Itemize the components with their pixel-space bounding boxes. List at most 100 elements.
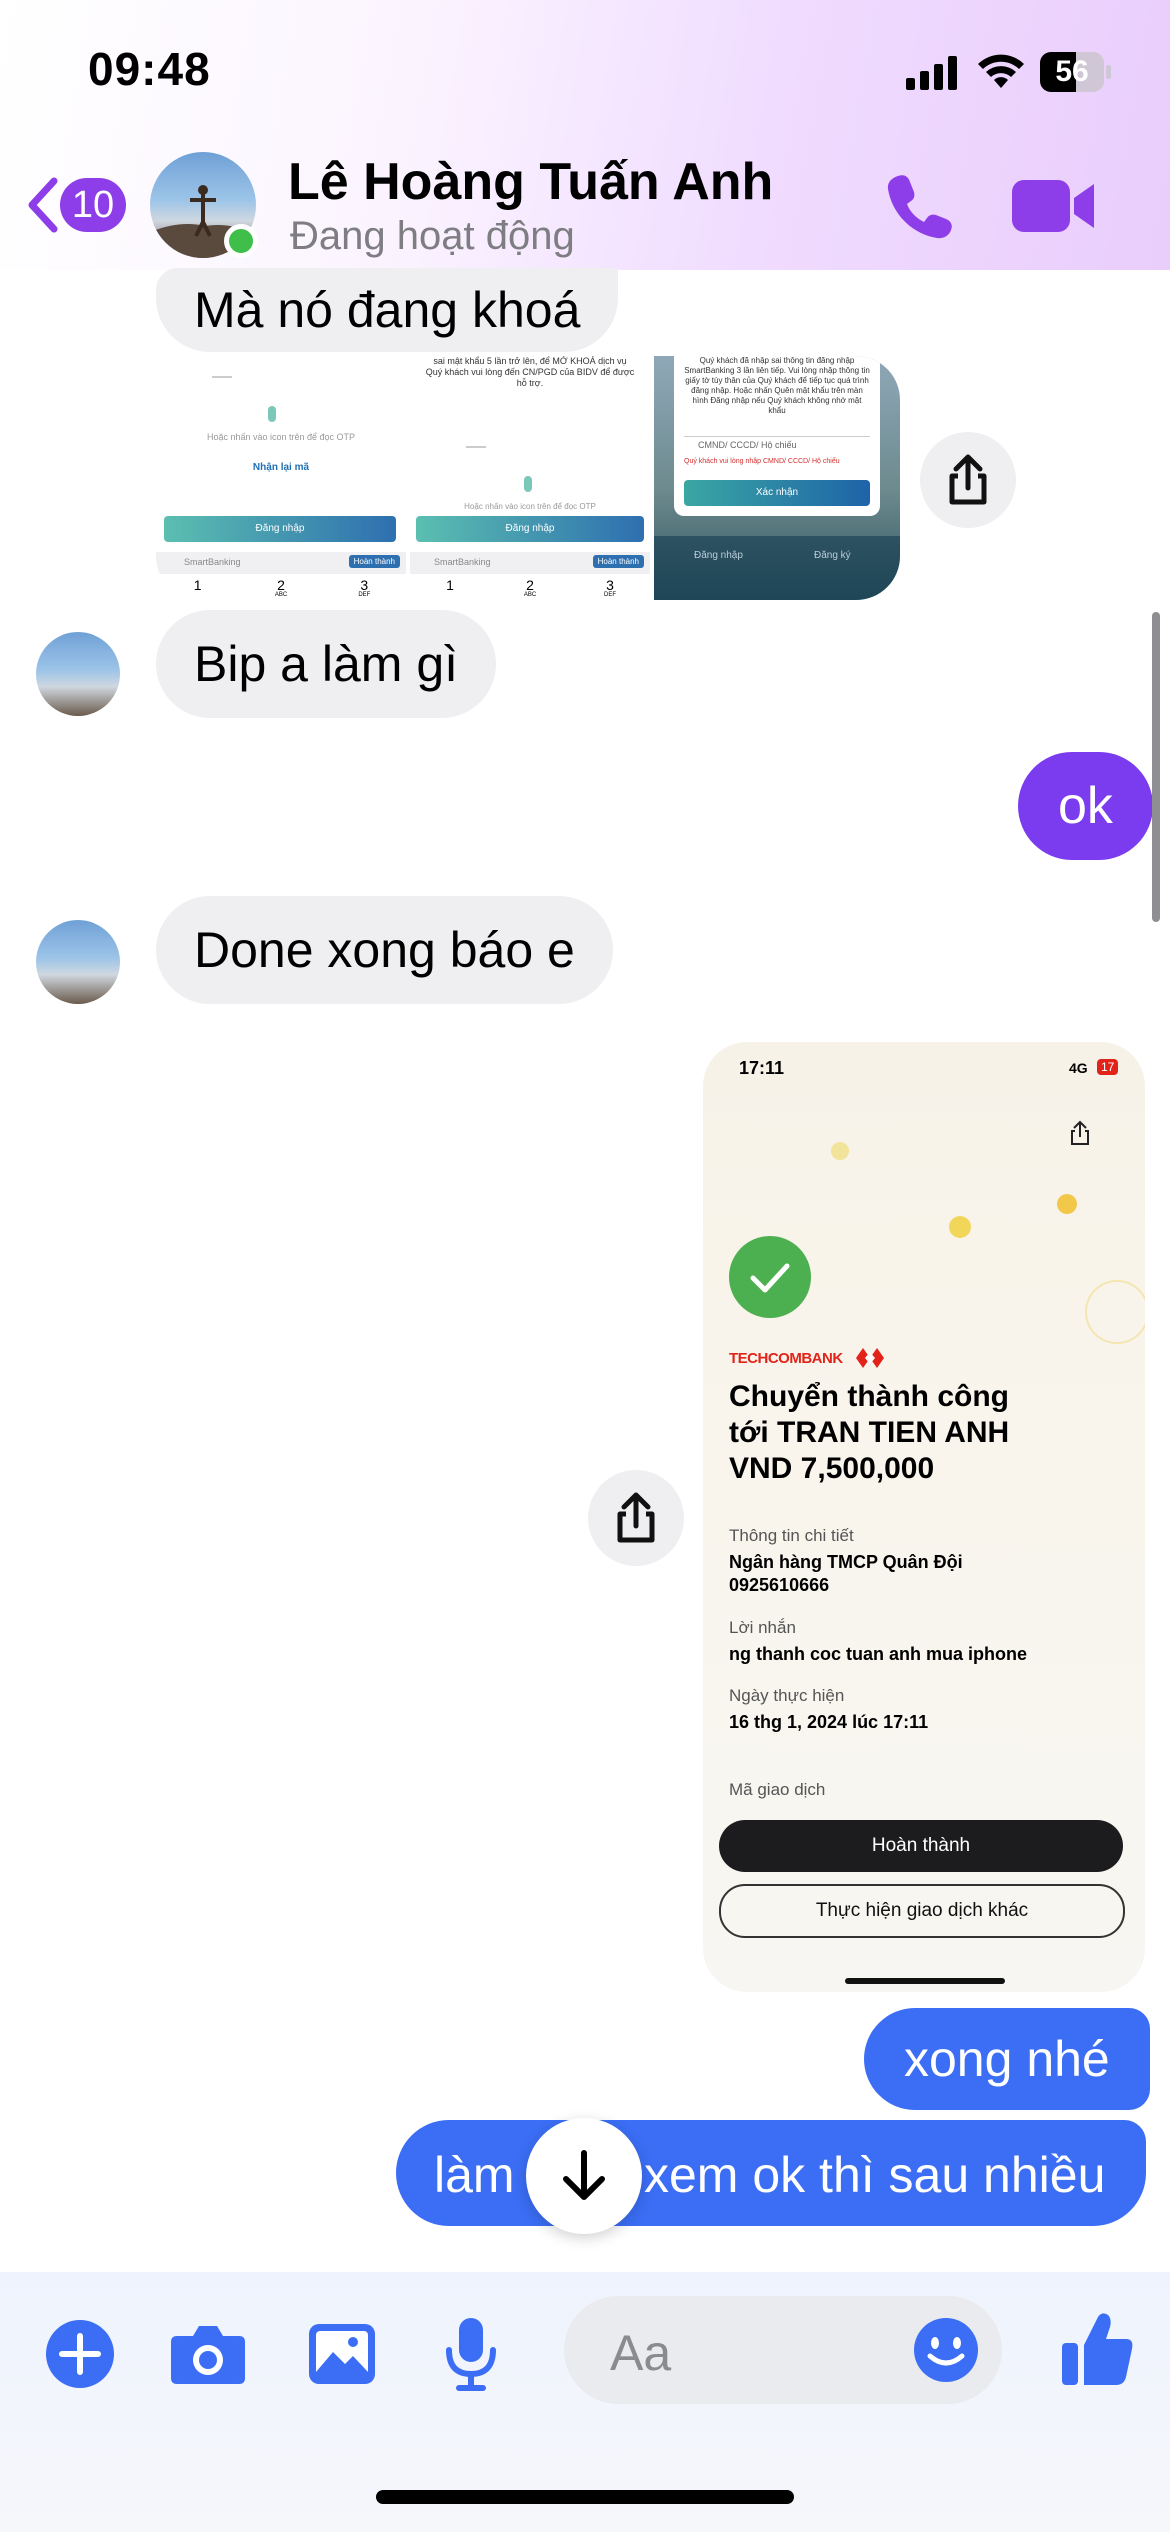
success-check-icon	[729, 1236, 811, 1318]
emoji-button[interactable]	[912, 2316, 980, 2384]
image-thumbnail[interactable]: sai mật khẩu 5 lần trở lên, để MỞ KHOÁ d…	[410, 356, 650, 600]
scroll-to-bottom-button[interactable]	[526, 2118, 642, 2234]
login-tab: Đăng nhập	[694, 550, 743, 561]
key-letters: DEF	[358, 592, 371, 598]
home-indicator	[376, 2490, 794, 2504]
microphone-icon	[446, 2318, 496, 2391]
share-button[interactable]	[588, 1470, 684, 1566]
message-input-placeholder: Aa	[610, 2325, 672, 2381]
share-icon	[617, 1492, 655, 1543]
register-tab: Đăng ký	[814, 550, 851, 561]
confirm-button: Xác nhận	[684, 480, 870, 506]
add-button[interactable]	[40, 2314, 120, 2394]
scroll-indicator	[1152, 612, 1160, 922]
incoming-message[interactable]: Mà nó đang khoá	[156, 268, 619, 352]
transfer-message: ng thanh coc tuan anh mua iphone	[729, 1644, 1028, 1664]
chevron-left-icon	[28, 177, 58, 233]
receipt-network: 4G	[1069, 1060, 1088, 1076]
contact-name[interactable]: Lê Hoàng Tuấn Anh	[288, 152, 773, 212]
resend-code-link: Nhận lại mã	[252, 462, 310, 473]
key-1: 1	[193, 577, 202, 593]
gallery-button[interactable]	[302, 2314, 382, 2394]
battery-level: 56	[1055, 55, 1089, 88]
video-camera-icon	[1012, 180, 1094, 232]
sender-avatar[interactable]	[36, 920, 120, 1004]
key-3: 3	[360, 577, 369, 593]
incoming-message[interactable]: Bip a làm gì	[156, 610, 497, 718]
receipt-headline-2: tới TRAN TIEN ANH	[729, 1416, 1010, 1449]
bank-logo-text: TECHCOMBANK	[729, 1350, 843, 1367]
share-icon	[949, 454, 987, 505]
message-text: xem ok thì sau nhiều	[644, 2147, 1106, 2203]
receipt-amount: VND 7,500,000	[729, 1452, 935, 1485]
message-text: Mà nó đang khoá	[194, 282, 581, 338]
id-error-text: Quý khách vui lòng nhập CMND/ CCCD/ Hộ c…	[684, 458, 840, 465]
smartbanking-field: SmartBanking	[184, 557, 241, 567]
recipient-account: 0925610666	[729, 1575, 830, 1595]
receipt-share-icon	[1069, 1120, 1091, 1146]
image-thumbnail[interactable]: Quý khách đã nhập sai thông tin đăng nhậ…	[654, 356, 900, 600]
message-text: ok	[1058, 777, 1113, 835]
receipt-battery: 17	[1097, 1059, 1119, 1075]
otp-hint: Hoặc nhấn vào icon trên để đọc OTP	[464, 502, 596, 511]
recipient-bank: Ngân hàng TMCP Quân Đội	[729, 1552, 963, 1572]
phone-icon	[887, 175, 952, 239]
key-letters: ABC	[274, 592, 288, 598]
wifi-icon	[976, 52, 1026, 90]
battery-icon: 56	[1040, 52, 1112, 92]
done-key: Hoàn thành	[592, 555, 644, 568]
coin-decoration	[949, 1216, 971, 1238]
transfer-date: 16 thg 1, 2024 lúc 17:11	[729, 1712, 929, 1732]
plus-icon	[46, 2320, 114, 2388]
key-1: 1	[446, 577, 454, 593]
status-time: 09:48	[88, 43, 211, 95]
receipt-headline-1: Chuyển thành công	[729, 1380, 1009, 1413]
login-button: Đăng nhập	[416, 516, 644, 542]
key-letters: ABC	[523, 592, 537, 598]
message-text: làm	[434, 2147, 515, 2203]
transaction-id-label: Mã giao dịch	[729, 1780, 826, 1799]
online-indicator	[224, 224, 258, 258]
message-label: Lời nhắn	[729, 1618, 796, 1637]
message-text: Done xong báo e	[194, 922, 575, 978]
message-text: Bip a làm gì	[194, 636, 459, 692]
voice-call-button[interactable]	[884, 170, 954, 240]
incoming-message[interactable]: Done xong báo e	[156, 896, 613, 1004]
coin-decoration	[1057, 1194, 1077, 1214]
outgoing-message[interactable]: làm xem ok thì sau nhiều	[396, 2120, 1146, 2226]
share-button[interactable]	[920, 432, 1016, 528]
back-button[interactable]: 10	[24, 172, 130, 238]
video-call-button[interactable]	[1012, 178, 1096, 234]
date-label: Ngày thực hiện	[729, 1686, 845, 1705]
id-number-field: CMND/ CCCD/ Hộ chiếu	[698, 440, 797, 450]
home-indicator	[845, 1978, 1005, 1984]
outgoing-message[interactable]: ok	[1018, 752, 1153, 860]
like-button[interactable]	[1052, 2304, 1142, 2394]
presence-status: Đang hoạt động	[290, 214, 575, 258]
message-input[interactable]: Aa	[564, 2296, 1002, 2404]
arrow-down-icon	[563, 2150, 605, 2200]
camera-button[interactable]	[168, 2314, 248, 2394]
key-3: 3	[606, 577, 614, 593]
key-2: 2	[526, 577, 534, 593]
sender-avatar[interactable]	[36, 632, 120, 716]
done-key: Hoàn thành	[348, 555, 400, 568]
key-letters: DEF	[604, 592, 616, 598]
login-button: Đăng nhập	[164, 516, 396, 542]
key-2: 2	[277, 577, 285, 593]
receipt-status-time: 17:11	[739, 1058, 785, 1078]
gallery-icon	[309, 2324, 375, 2384]
voice-message-button[interactable]	[436, 2312, 506, 2396]
camera-icon	[171, 2326, 245, 2384]
coin-decoration	[831, 1142, 849, 1160]
receipt-image[interactable]: 17:11 4G 17 TECHCOMBANK Chuyển thành côn…	[703, 1042, 1145, 1992]
receipt-done-button: Hoàn thành	[719, 1820, 1123, 1872]
image-thumbnail[interactable]: Hoặc nhấn vào icon trên để đọc OTP Nhận …	[156, 356, 406, 600]
details-label: Thông tin chi tiết	[729, 1526, 854, 1545]
thumbs-up-icon	[1062, 2313, 1133, 2385]
outgoing-message[interactable]: xong nhé	[864, 2008, 1150, 2110]
otp-hint: Hoặc nhấn vào icon trên để đọc OTP	[206, 432, 356, 442]
lock-notice: sai mật khẩu 5 lần trở lên, để MỞ KHOÁ d…	[425, 356, 635, 388]
lock-notice: Quý khách đã nhập sai thông tin đăng nhậ…	[684, 356, 870, 415]
smartbanking-field: SmartBanking	[434, 557, 491, 567]
